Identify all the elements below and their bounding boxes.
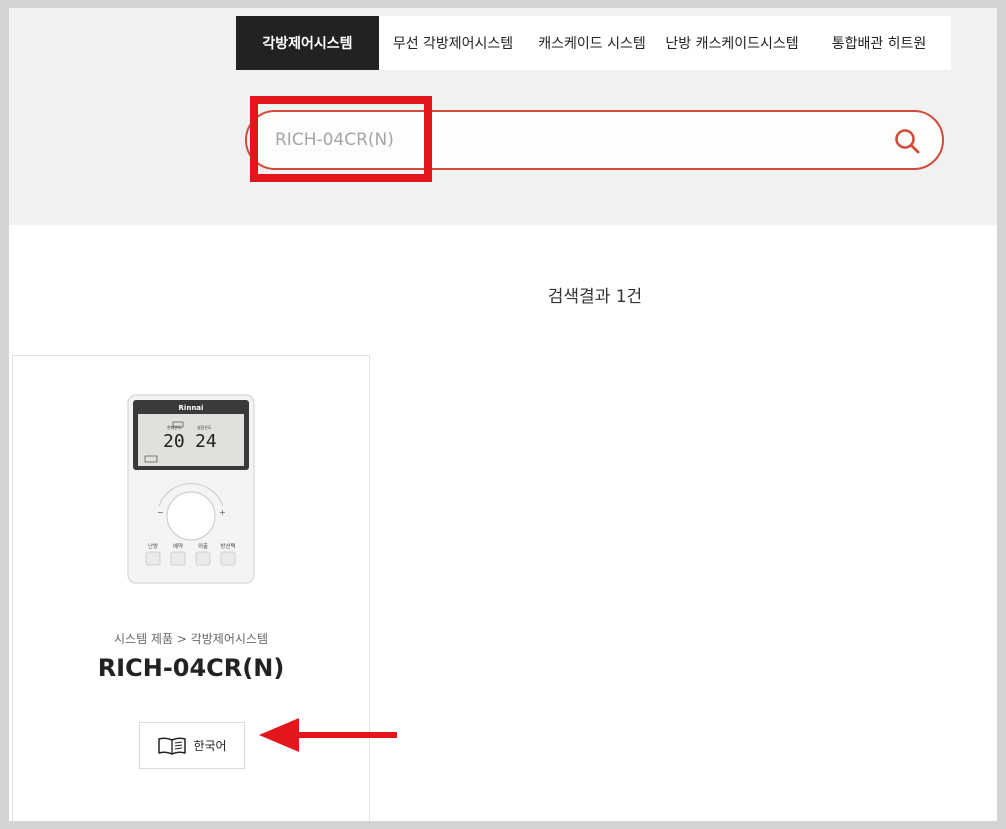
product-card[interactable]: Rinnai 현재온도 설정온도 20 24 − + 난방 예약 외출 방선택 … bbox=[12, 355, 370, 821]
device-button-label: 외출 bbox=[198, 542, 208, 550]
result-count: 검색결과 1건 bbox=[547, 287, 643, 307]
product-model-name[interactable]: RICH-04CR(N) bbox=[13, 654, 369, 682]
search-button[interactable] bbox=[890, 124, 924, 158]
category-tabs: 각방제어시스템 무선 각방제어시스템 캐스케이드 시스템 난방 캐스케이드시스템… bbox=[236, 16, 951, 70]
device-button-label: 난방 bbox=[148, 542, 158, 550]
manual-language-label: 한국어 bbox=[193, 739, 227, 753]
tab-heating-cascade-system[interactable]: 난방 캐스케이드시스템 bbox=[657, 16, 807, 70]
search-icon bbox=[895, 129, 920, 154]
device-brand: Rinnai bbox=[179, 404, 204, 412]
tab-integrated-pipe-heat-one[interactable]: 통합배관 히트원 bbox=[807, 16, 951, 70]
search-input[interactable] bbox=[275, 122, 855, 158]
device-set-label: 설정온도 bbox=[197, 424, 212, 430]
product-category-breadcrumb[interactable]: 시스템 제품 > 각방제어시스템 bbox=[13, 630, 369, 647]
device-current-temp: 20 bbox=[163, 431, 185, 452]
device-button-label: 예약 bbox=[173, 542, 183, 550]
book-icon bbox=[158, 736, 187, 755]
page-frame: 각방제어시스템 무선 각방제어시스템 캐스케이드 시스템 난방 캐스케이드시스템… bbox=[9, 8, 997, 821]
svg-text:+: + bbox=[219, 508, 226, 517]
tab-room-control-system[interactable]: 각방제어시스템 bbox=[236, 16, 379, 70]
device-set-temp: 24 bbox=[195, 431, 217, 452]
tab-wireless-room-control[interactable]: 무선 각방제어시스템 bbox=[379, 16, 527, 70]
search-box bbox=[245, 110, 944, 170]
svg-text:−: − bbox=[157, 508, 164, 517]
product-image: Rinnai 현재온도 설정온도 20 24 − + 난방 예약 외출 방선택 bbox=[127, 394, 255, 584]
korean-manual-button[interactable]: 한국어 bbox=[139, 722, 245, 769]
tab-cascade-system[interactable]: 캐스케이드 시스템 bbox=[527, 16, 657, 70]
device-button-label: 방선택 bbox=[220, 542, 235, 550]
